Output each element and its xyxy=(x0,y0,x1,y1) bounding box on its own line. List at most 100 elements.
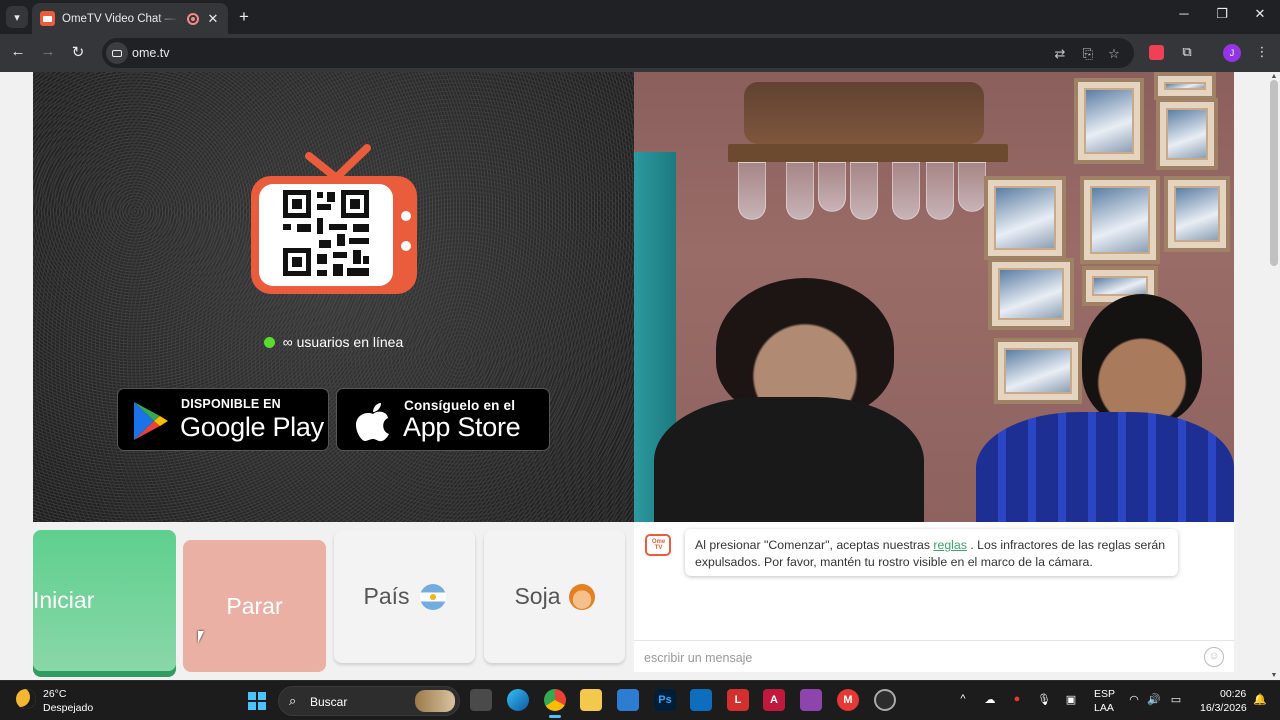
windows-taskbar: 26°C Despejado ⌕ Buscar Ps L A M ^ ☁ ● 🎙… xyxy=(0,680,1280,720)
menu-kebab-icon[interactable]: ⋮ xyxy=(1253,44,1271,60)
chevron-down-icon: ▾ xyxy=(14,11,20,24)
language-code[interactable]: ESP xyxy=(1094,688,1115,700)
video-photo-frame xyxy=(1164,176,1230,252)
show-hidden-icons-chevron-icon[interactable]: ^ xyxy=(955,693,971,705)
window-close-button[interactable]: ✕ xyxy=(1250,6,1270,22)
reload-icon[interactable]: ↻ xyxy=(68,43,88,61)
weather-temperature[interactable]: 26°C xyxy=(43,688,66,700)
microsoft-store-icon[interactable] xyxy=(617,689,639,711)
app-l-icon[interactable]: L xyxy=(727,689,749,711)
autocad-icon[interactable]: A xyxy=(763,689,785,711)
ometv-qr-tv-logo xyxy=(249,142,419,302)
scrollbar-thumb[interactable] xyxy=(1270,80,1278,266)
video-photo-frame xyxy=(994,338,1082,404)
video-glass xyxy=(786,162,814,220)
search-highlight-image xyxy=(415,690,455,712)
maximize-button[interactable]: ❐ xyxy=(1212,6,1232,22)
google-play-badge[interactable]: DISPONIBLE EN Google Play xyxy=(117,388,329,451)
scroll-up-arrow-icon[interactable]: ▲ xyxy=(1270,73,1278,80)
app-store-badge[interactable]: Consíguelo en el App Store xyxy=(336,388,550,451)
tab-strip: ▾ OmeTV Video Chat — Alter ✕ + ─ ❐ ✕ xyxy=(0,0,1280,34)
ometv-favicon-icon xyxy=(40,11,55,26)
google-play-big-text: Google Play xyxy=(180,412,324,442)
chat-panel: Ome TV Al presionar "Comenzar", aceptas … xyxy=(634,522,1234,672)
argentina-flag-icon xyxy=(419,583,446,610)
app-record-icon[interactable] xyxy=(874,689,896,711)
windows-start-icon[interactable] xyxy=(248,692,266,710)
video-photo-frame xyxy=(988,258,1074,330)
video-glass-shelf xyxy=(728,144,1008,162)
message-input-bar[interactable]: escribir un mensaje ☺ xyxy=(634,640,1234,672)
app-store-small-text: Consíguelo en el xyxy=(404,398,516,413)
page-scrollbar[interactable]: ▲ ▼ xyxy=(1268,72,1280,680)
video-glass xyxy=(850,162,878,220)
tv-qr-icon xyxy=(251,144,417,294)
close-tab-button[interactable]: ✕ xyxy=(206,11,220,27)
weather-condition[interactable]: Despejado xyxy=(43,702,93,714)
rules-link[interactable]: reglas xyxy=(933,538,967,552)
search-label: Buscar xyxy=(310,695,348,709)
volume-icon[interactable]: 🔊 xyxy=(1146,693,1162,706)
translate-icon[interactable]: ⇄ xyxy=(1052,46,1068,62)
new-tab-button[interactable]: + xyxy=(235,7,253,27)
start-button[interactable]: Iniciar xyxy=(33,530,176,671)
video-person-right-shirt xyxy=(976,412,1234,522)
install-app-icon[interactable]: ⎘ xyxy=(1080,46,1096,62)
tab-ometv[interactable]: OmeTV Video Chat — Alter ✕ xyxy=(32,3,228,34)
onedrive-icon[interactable]: ☁ xyxy=(982,693,998,706)
microphone-icon[interactable]: 🎙 xyxy=(1036,693,1052,706)
video-photo-frame xyxy=(1156,98,1218,170)
bookmark-star-icon[interactable]: ☆ xyxy=(1106,46,1122,62)
task-view-icon[interactable] xyxy=(470,689,492,711)
stop-button[interactable]: Parar xyxy=(183,540,326,672)
profile-avatar[interactable]: J xyxy=(1223,44,1241,62)
video-glass xyxy=(958,162,986,212)
message-text-before: Al presionar "Comenzar", aceptas nuestra… xyxy=(695,538,930,552)
taskbar-search-box[interactable]: ⌕ Buscar xyxy=(278,686,460,716)
emoji-icon[interactable]: ☺ xyxy=(1204,647,1224,667)
forward-arrow-icon[interactable]: → xyxy=(38,43,58,60)
back-arrow-icon[interactable]: ← xyxy=(8,43,28,60)
mouse-cursor-icon xyxy=(198,631,204,643)
moon-weather-icon[interactable] xyxy=(16,689,36,709)
video-glass xyxy=(892,162,920,220)
clock-time[interactable]: 00:26 xyxy=(1220,688,1246,700)
scroll-down-arrow-icon[interactable]: ▼ xyxy=(1270,672,1278,679)
country-label: País xyxy=(363,583,410,609)
wifi-icon[interactable]: ◠ xyxy=(1126,693,1142,706)
notifications-icon[interactable]: 🔔 xyxy=(1252,693,1268,706)
ometv-chat-logo-icon: Ome TV xyxy=(645,534,671,556)
page-viewport: ∞ usuarios en línea DISPONIBLE EN Google… xyxy=(0,72,1280,680)
chrome-browser-icon[interactable] xyxy=(544,689,566,718)
minimize-button[interactable]: ─ xyxy=(1174,6,1194,21)
google-play-icon xyxy=(134,402,168,440)
url-text[interactable]: ome.tv xyxy=(132,46,170,60)
pocket-extension-icon[interactable] xyxy=(1149,45,1164,60)
message-input[interactable]: escribir un mensaje xyxy=(644,651,752,665)
clock-date[interactable]: 16/3/2026 xyxy=(1200,702,1247,714)
address-bar[interactable]: ome.tv ⇄ ⎘ ☆ xyxy=(102,38,1134,68)
mega-tray-icon[interactable]: ● xyxy=(1009,693,1025,705)
recording-icon xyxy=(187,12,199,25)
photoshop-icon[interactable]: Ps xyxy=(654,689,676,711)
tray-app-icon[interactable]: ▣ xyxy=(1063,693,1079,706)
tab-search-button[interactable]: ▾ xyxy=(6,6,28,28)
gender-button[interactable]: Soja xyxy=(484,530,625,663)
extensions-puzzle-icon[interactable]: ⧉ xyxy=(1178,44,1196,60)
tab-title: OmeTV Video Chat — Alter xyxy=(62,12,180,25)
country-button[interactable]: País xyxy=(334,530,475,663)
video-photo-frame xyxy=(984,176,1066,260)
keyboard-layout[interactable]: LAA xyxy=(1094,702,1114,714)
system-message-bubble: Al presionar "Comenzar", aceptas nuestra… xyxy=(685,529,1178,576)
app-m-icon[interactable]: M xyxy=(837,689,859,711)
app-store-big-text: App Store xyxy=(403,412,521,442)
file-explorer-icon[interactable] xyxy=(580,689,602,711)
app-blue-icon[interactable] xyxy=(690,689,712,711)
site-info-icon[interactable] xyxy=(106,42,128,64)
video-photo-frame xyxy=(1074,78,1144,164)
battery-icon[interactable]: ▭ xyxy=(1168,693,1184,706)
winrar-icon[interactable] xyxy=(800,689,822,711)
edge-browser-icon[interactable] xyxy=(507,689,529,711)
video-photo-frame xyxy=(1080,176,1160,264)
online-status-dot xyxy=(263,337,275,348)
